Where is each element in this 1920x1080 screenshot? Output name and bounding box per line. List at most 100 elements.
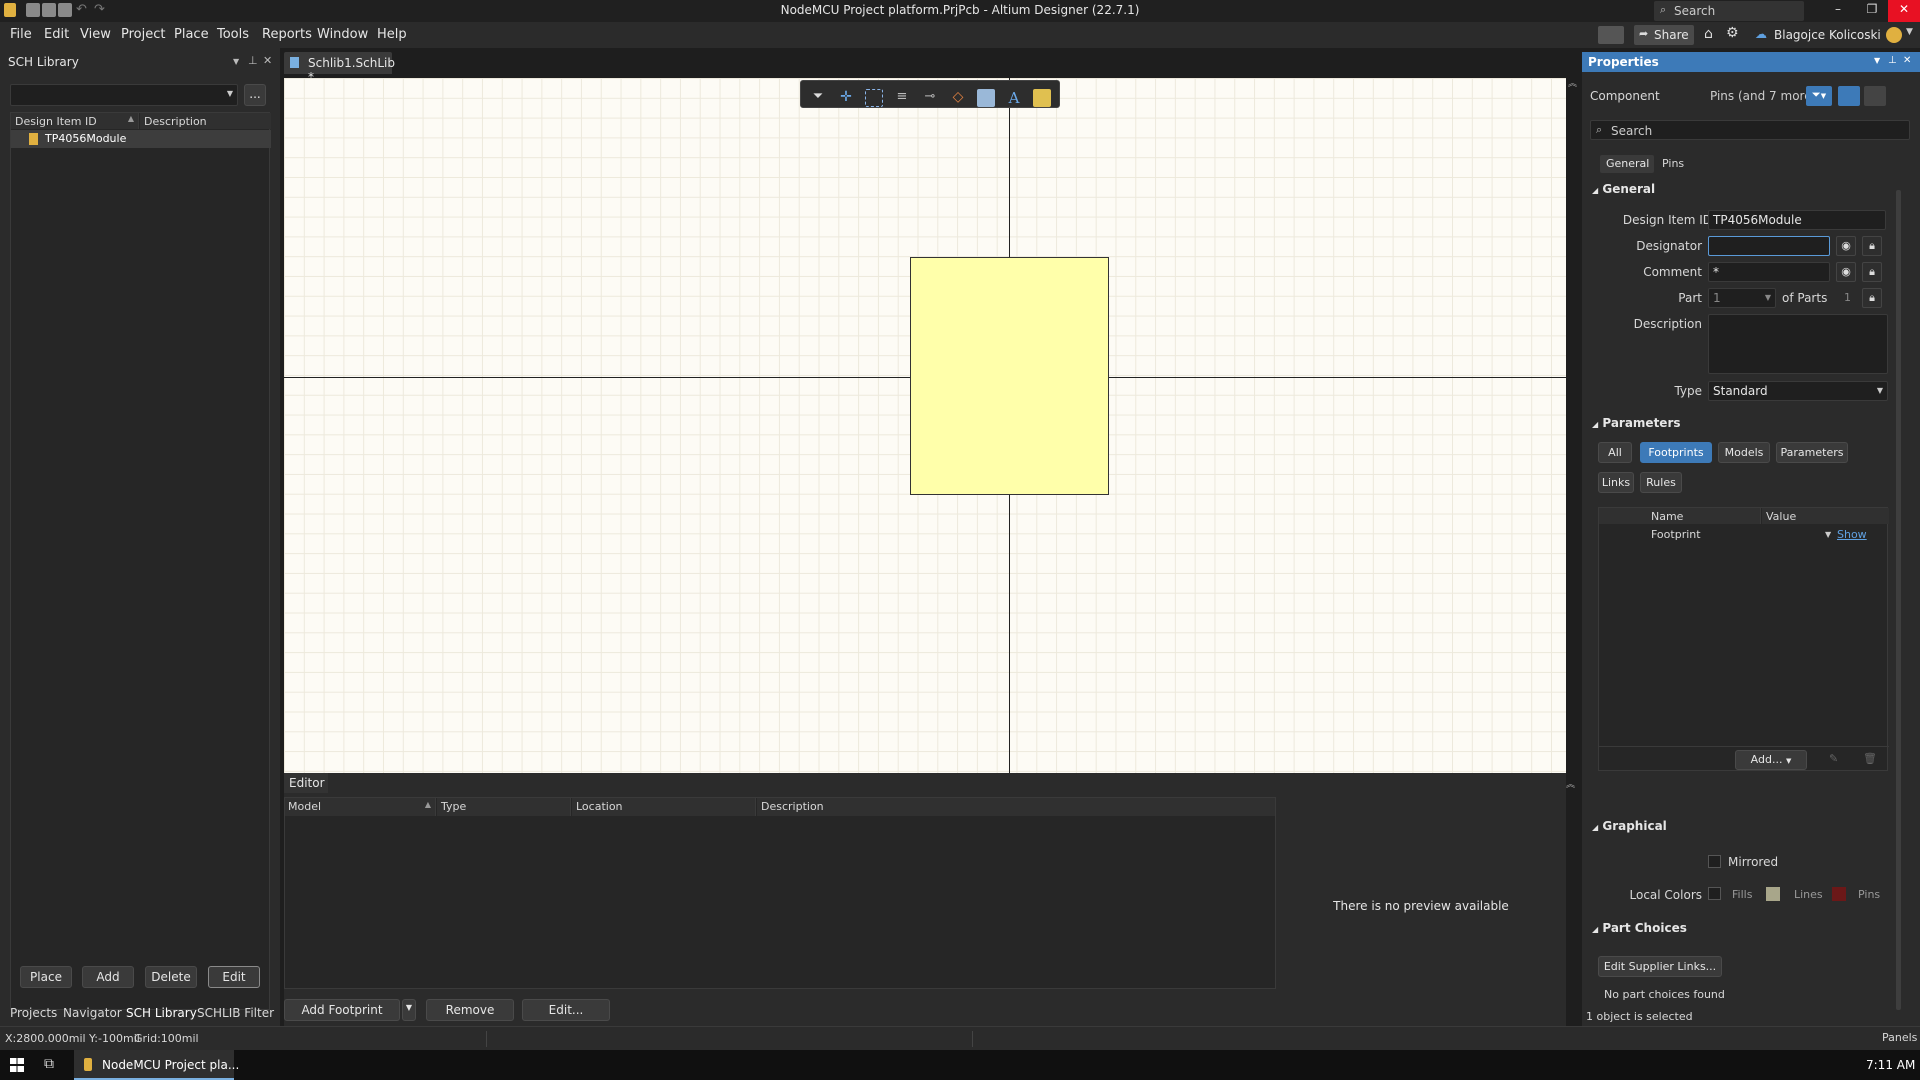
redo-icon[interactable]: ↷ — [94, 2, 105, 17]
tab-schlib-filter[interactable]: SCHLIB Filter — [197, 1006, 274, 1020]
menu-file[interactable]: File — [10, 27, 32, 42]
column-header-description[interactable]: Description — [140, 113, 271, 129]
column-header-model[interactable]: Model ▲ — [285, 798, 436, 816]
editor-edit-button[interactable]: Edit... — [522, 999, 610, 1021]
select-mask-icon[interactable] — [1838, 86, 1860, 106]
graphical-section-header[interactable]: ◢ Graphical — [1592, 819, 1667, 833]
mirrored-checkbox[interactable] — [1708, 855, 1721, 868]
close-icon[interactable]: ✕ — [1903, 55, 1911, 66]
chevron-down-icon[interactable]: ▼ — [1825, 530, 1831, 539]
menu-edit[interactable]: Edit — [44, 27, 69, 42]
column-header-design-item[interactable]: Design Item ID ▲ — [11, 113, 139, 129]
filter-links-button[interactable]: Links — [1598, 472, 1634, 493]
add-footprint-dropdown[interactable]: ▼ — [402, 999, 416, 1021]
show-link[interactable]: Show — [1837, 528, 1867, 541]
properties-scrollbar-thumb[interactable] — [1896, 190, 1901, 1010]
share-button[interactable]: ➦ Share — [1634, 25, 1694, 45]
trash-icon[interactable]: 🗑︎ — [1863, 752, 1877, 765]
menu-view[interactable]: View — [80, 27, 111, 42]
home-icon[interactable]: ⌂ — [1704, 26, 1713, 42]
menu-window[interactable]: Window — [317, 27, 368, 42]
tab-projects[interactable]: Projects — [10, 1006, 57, 1020]
edit-pencil-icon[interactable]: ✎ — [1829, 752, 1838, 765]
filter-button[interactable]: ⏷▼ — [1806, 86, 1832, 106]
editor-collapse-icon[interactable]: ︽ — [1566, 777, 1575, 790]
lock-icon[interactable]: 🔒︎ — [1862, 288, 1882, 308]
windows-start-icon[interactable] — [10, 1058, 24, 1072]
parameters-section-header[interactable]: ◢ Parameters — [1592, 416, 1681, 430]
tab-pins[interactable]: Pins — [1658, 155, 1692, 173]
chevron-down-icon[interactable]: ▼ — [1874, 56, 1880, 65]
save-all-icon[interactable] — [42, 3, 56, 17]
save-icon[interactable] — [26, 3, 40, 17]
column-header-location[interactable]: Location — [572, 798, 756, 816]
undo-icon[interactable]: ↶ — [76, 2, 87, 17]
chevron-down-icon[interactable]: ▼ — [233, 57, 239, 66]
place-button[interactable]: Place — [20, 966, 72, 988]
lock-icon[interactable]: 🔒︎ — [1862, 236, 1882, 256]
select-area-icon[interactable] — [865, 89, 883, 107]
general-section-header[interactable]: ◢ General — [1592, 182, 1655, 196]
place-rectangle-icon[interactable] — [977, 89, 995, 107]
avatar[interactable] — [1886, 27, 1902, 43]
lock-icon[interactable]: 🔒︎ — [1862, 262, 1882, 282]
library-filter-combo[interactable]: ▼ — [10, 84, 238, 106]
visibility-eye-icon[interactable]: ◉ — [1836, 236, 1856, 256]
filter-rules-button[interactable]: Rules — [1640, 472, 1682, 493]
filter-parameters-button[interactable]: Parameters — [1776, 442, 1848, 463]
place-pin-icon[interactable]: ⊸ — [921, 89, 939, 107]
place-line-icon[interactable]: ◇ — [949, 89, 967, 107]
menu-tools[interactable]: Tools — [217, 27, 249, 42]
close-icon[interactable]: ✕ — [263, 54, 272, 67]
editor-tab[interactable]: Editor — [284, 773, 328, 793]
menu-help[interactable]: Help — [377, 27, 407, 42]
properties-search[interactable]: ⌕ Search — [1590, 120, 1910, 140]
library-more-button[interactable]: ... — [244, 84, 266, 106]
restore-button[interactable]: ❐ — [1856, 2, 1888, 16]
delete-button[interactable]: Delete — [145, 966, 197, 988]
schematic-canvas[interactable] — [284, 78, 1566, 773]
column-header-name[interactable]: Name — [1599, 508, 1761, 524]
edit-button[interactable]: Edit — [208, 966, 260, 988]
part-select[interactable]: 1 ▼ — [1708, 288, 1776, 308]
place-text-icon[interactable]: A — [1005, 89, 1023, 107]
minimize-button[interactable]: – — [1822, 2, 1854, 16]
component-body[interactable] — [910, 257, 1109, 495]
list-item[interactable]: TP4056Module — [11, 130, 271, 148]
user-menu[interactable]: ☁ Blagojce Kolicoski — [1752, 25, 1881, 45]
task-view-icon[interactable]: ⧉ — [44, 1056, 54, 1072]
taskbar-app-button[interactable]: NodeMCU Project pla... — [74, 1050, 239, 1080]
filter-models-button[interactable]: Models — [1718, 442, 1770, 463]
filter-icon[interactable]: ⏷ — [809, 89, 827, 107]
column-header-value[interactable]: Value — [1762, 508, 1889, 524]
menu-place[interactable]: Place — [174, 27, 209, 42]
align-icon[interactable]: ≡ — [893, 89, 911, 107]
remove-button[interactable]: Remove — [426, 999, 514, 1021]
filter-footprints-button[interactable]: Footprints — [1640, 442, 1712, 463]
designator-input[interactable] — [1708, 236, 1830, 256]
visibility-eye-icon[interactable]: ◉ — [1836, 262, 1856, 282]
notifications-icon[interactable] — [1598, 26, 1624, 44]
local-colors-checkbox[interactable] — [1708, 887, 1721, 900]
tab-navigator[interactable]: Navigator — [63, 1006, 122, 1020]
type-select[interactable]: Standard ▼ — [1708, 381, 1888, 401]
menu-reports[interactable]: Reports — [262, 27, 312, 42]
add-button[interactable]: Add — [82, 966, 134, 988]
move-icon[interactable]: ✛ — [837, 89, 855, 107]
add-parameter-button[interactable]: Add... ▼ — [1735, 750, 1807, 770]
table-row[interactable]: Footprint ▼ Show — [1599, 526, 1889, 544]
tab-general[interactable]: General — [1600, 155, 1654, 173]
select-objects-icon[interactable] — [1864, 86, 1886, 106]
lines-swatch[interactable] — [1832, 887, 1846, 901]
tab-sch-library[interactable]: SCH Library — [126, 1006, 197, 1020]
place-part-icon[interactable] — [1033, 89, 1051, 107]
fills-swatch[interactable] — [1766, 887, 1780, 901]
edit-supplier-links-button[interactable]: Edit Supplier Links... — [1598, 956, 1722, 977]
filter-all-button[interactable]: All — [1598, 442, 1632, 463]
panels-button[interactable]: Panels — [1882, 1031, 1917, 1044]
menu-project[interactable]: Project — [121, 27, 165, 42]
chevron-down-icon[interactable]: ▼ — [1906, 27, 1913, 37]
part-choices-section-header[interactable]: ◢ Part Choices — [1592, 921, 1687, 935]
canvas-scroll-up-icon[interactable]: ︽ — [1568, 76, 1577, 89]
global-search[interactable]: ⌕ Search — [1654, 1, 1804, 21]
